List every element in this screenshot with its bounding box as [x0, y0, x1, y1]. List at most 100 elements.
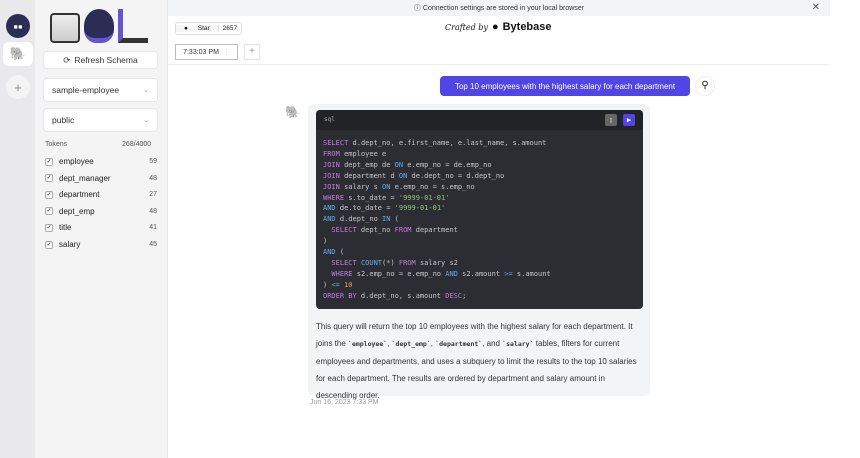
code-token: JOIN [323, 171, 340, 180]
checkbox[interactable]: ✓ [45, 223, 53, 232]
checkbox[interactable]: ✓ [45, 207, 53, 216]
checkbox[interactable]: ✓ [45, 240, 53, 249]
github-star-button[interactable]: ● Star 2657 [175, 22, 243, 35]
schema-select[interactable]: public ⌄ [43, 108, 158, 132]
code-token: FROM [394, 226, 412, 235]
code-token: e.emp_no = s.emp_no [390, 182, 475, 191]
table-tokens: 48 [149, 207, 157, 215]
divider [168, 64, 830, 65]
table-item[interactable]: ✓ salary 45 [45, 240, 157, 249]
code-token: '9999-01-01' [394, 204, 446, 213]
tab-label: 7:33:03 PM [183, 48, 219, 56]
code-token: FROM [323, 149, 340, 158]
inline-code: `department` [435, 340, 483, 348]
table-item[interactable]: ✓ employee 59 [45, 157, 157, 166]
code-token: ; [462, 291, 467, 300]
table-tokens: 45 [149, 241, 157, 248]
table-name: title [59, 223, 72, 233]
chevron-down-icon: ⌄ [143, 87, 149, 94]
code-language: sql [324, 116, 335, 123]
code-token: WHERE [323, 193, 345, 202]
text-segment: , and [482, 339, 503, 348]
code-token: DESC [445, 291, 463, 300]
code-token: d.dept_no, e.first_name, e.last_name, s.… [348, 139, 547, 147]
refresh-schema-button[interactable]: ⟳ Refresh Schema [43, 51, 158, 69]
crafted-by-link[interactable]: Crafted by ● Bytebase [445, 21, 552, 33]
banner-text: ⓘ Connection settings are stored in your… [413, 5, 585, 12]
code-token: ) [323, 237, 328, 246]
code-token: AND [323, 248, 336, 257]
checkbox[interactable]: ✓ [45, 190, 53, 199]
code-token: department d [339, 171, 399, 180]
add-tab-button[interactable]: + [244, 44, 260, 60]
code-token: AND [323, 215, 336, 224]
code-token: >= [504, 269, 513, 278]
table-tokens: 27 [149, 191, 157, 199]
user-avatar-icon: ⚲ [695, 76, 715, 96]
code-token: s.amount [512, 269, 551, 278]
code-token: FROM [398, 258, 416, 267]
brand-name: Bytebase [502, 21, 552, 33]
code-token: 10 [344, 280, 353, 289]
table-name: dept_emp [59, 206, 95, 216]
code-token: SELECT [323, 139, 349, 147]
code-token: ON [394, 160, 404, 169]
refresh-icon: ⟳ [63, 54, 71, 65]
table-item[interactable]: ✓ department 27 [45, 190, 157, 199]
code-token: s2.emp_no = e.emp_no [352, 269, 446, 278]
code-token: ORDER BY [323, 291, 357, 300]
star-label: Star [197, 25, 210, 32]
table-name: employee [59, 157, 94, 166]
code-token: JOIN [323, 182, 340, 191]
refresh-label: Refresh Schema [74, 55, 138, 65]
tokens-value: 268/4000 [122, 141, 152, 148]
sql-chat-bot-icon[interactable]: ▪▪ [6, 14, 30, 38]
table-name: department [59, 190, 100, 200]
code-token: ( [335, 248, 345, 257]
table-name: salary [59, 240, 81, 249]
sql-chat-logo [50, 5, 150, 43]
code-token: SELECT [323, 226, 357, 235]
code-token: COUNT [360, 258, 383, 267]
code-token: s.to_date = [344, 193, 399, 202]
copy-icon[interactable]: ▯ [605, 114, 617, 126]
add-connection-button[interactable]: + [6, 75, 30, 99]
inline-code: `dept_emp` [391, 340, 431, 348]
code-token: SELECT [323, 258, 357, 267]
code-token: d.dept_no [335, 215, 383, 224]
code-token: e.emp_no = de.emp_no [403, 160, 492, 169]
database-select[interactable]: sample-employee ⌄ [43, 78, 158, 102]
connection-rail: ▪▪ 🐘 + [0, 0, 35, 458]
chevron-down-icon: ⌄ [143, 117, 149, 124]
postgresql-icon[interactable]: 🐘 [3, 42, 33, 66]
code-token: salary s [339, 182, 383, 191]
tab-conversation[interactable]: 7:33:03 PM ⋮ [175, 44, 238, 60]
table-tokens: 59 [149, 158, 157, 165]
code-token: '9999-01-01' [398, 193, 450, 202]
run-query-button[interactable]: ▶ [623, 114, 635, 126]
table-tokens: 41 [149, 224, 157, 232]
table-item[interactable]: ✓ dept_emp 48 [45, 207, 157, 216]
table-item[interactable]: ✓ dept_manager 48 [45, 174, 157, 183]
table-tokens: 48 [149, 174, 157, 182]
github-icon: ● [184, 25, 188, 32]
info-banner: ⓘ Connection settings are stored in your… [168, 0, 830, 16]
code-token: JOIN [323, 160, 340, 169]
more-icon[interactable]: ⋮ [223, 48, 230, 56]
code-token: s2.amount [457, 269, 505, 278]
code-token: d.dept_no, s.amount [356, 291, 446, 300]
code-token: WHERE [323, 269, 353, 278]
table-item[interactable]: ✓ title 41 [45, 223, 157, 232]
code-token: dept_no [356, 226, 395, 235]
code-token: department [411, 226, 458, 235]
code-token: AND [323, 204, 336, 213]
code-token: employee e [339, 149, 387, 158]
code-token: AND [445, 269, 458, 278]
code-token: de.to_date = [335, 204, 395, 213]
checkbox[interactable]: ✓ [45, 157, 53, 166]
code-block: sql ▯ ▶ SELECT d.dept_no, e.first_name, e.… [316, 110, 643, 309]
text-segment: tables, filters for current employees an… [316, 339, 637, 400]
close-icon[interactable]: ✕ [812, 2, 820, 13]
inline-code: `salary` [502, 340, 534, 348]
checkbox[interactable]: ✓ [45, 174, 53, 183]
